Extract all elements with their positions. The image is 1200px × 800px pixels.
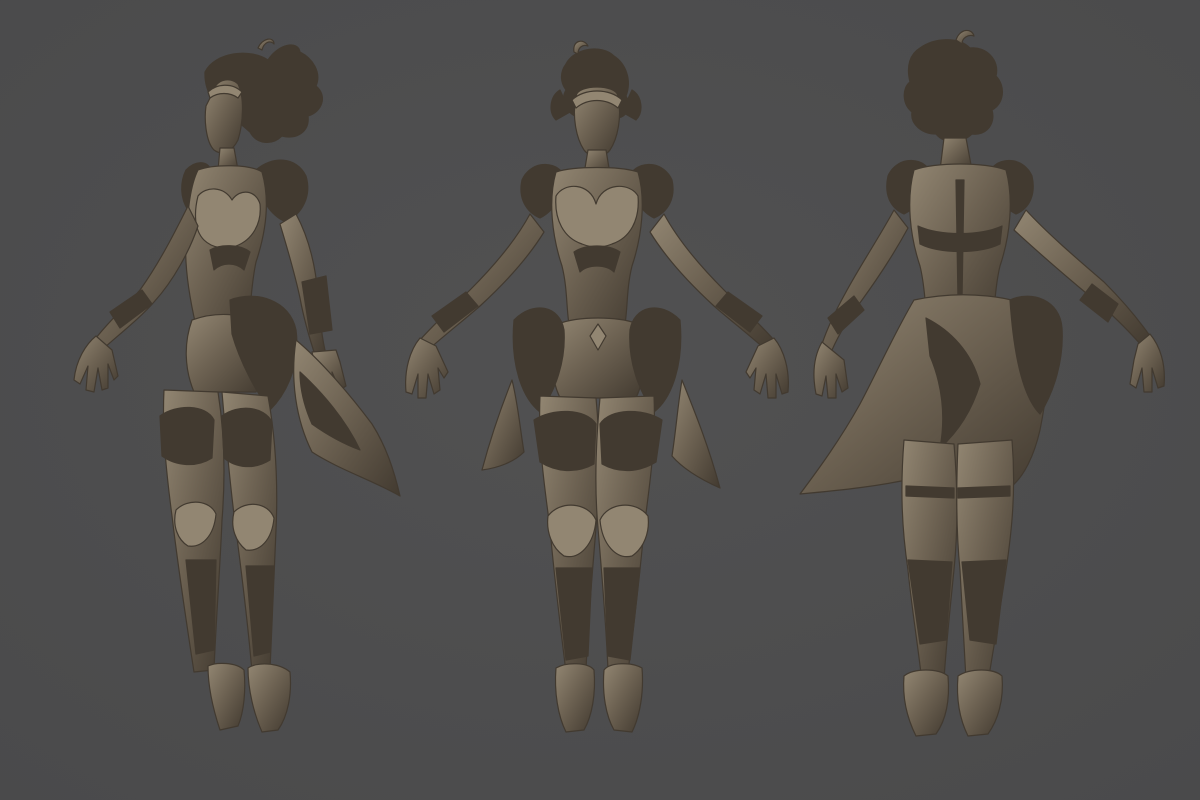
leg-strap-right	[957, 485, 1011, 499]
thigh-armor-left	[159, 406, 215, 466]
thigh-armor-left	[533, 410, 597, 472]
thigh-armor-right	[599, 410, 663, 472]
render-canvas	[0, 0, 1200, 800]
sculpt-turnaround-render	[0, 0, 1200, 800]
leg-strap-left	[905, 485, 955, 499]
hair	[903, 39, 1003, 143]
thigh-armor-right	[221, 407, 273, 468]
